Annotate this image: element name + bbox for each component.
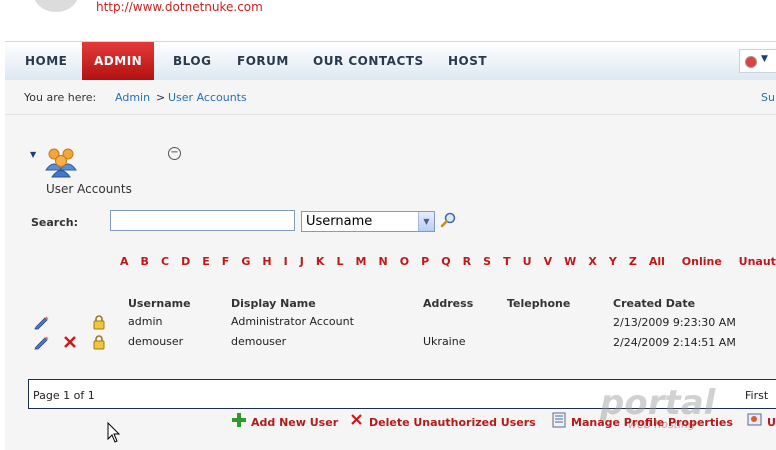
pager-first-link[interactable]: First	[745, 389, 768, 402]
filter-online[interactable]: Online	[682, 255, 722, 268]
chevron-down-icon: ▼	[418, 212, 434, 231]
breadcrumb-separator: >	[156, 91, 166, 104]
breadcrumb-label: You are here:	[24, 91, 97, 104]
main-nav: HOME ADMIN BLOG FORUM OUR CONTACTS HOST	[5, 41, 776, 81]
breadcrumb-right-link[interactable]: Su	[761, 91, 775, 104]
nav-forum[interactable]: FORUM	[237, 42, 289, 80]
cell-display-name: Administrator Account	[231, 315, 354, 328]
filter-letter-y[interactable]: Y	[609, 255, 617, 268]
cell-username: admin	[128, 315, 163, 328]
search-field-value: Username	[306, 214, 373, 229]
module-title: User Accounts	[46, 182, 132, 196]
delete-icon[interactable]	[349, 412, 365, 428]
nav-host[interactable]: HOST	[448, 42, 487, 80]
minimize-icon[interactable]: −	[168, 147, 181, 160]
filter-letter-g[interactable]: G	[241, 255, 250, 268]
header-username[interactable]: Username	[128, 297, 191, 310]
lock-icon[interactable]	[91, 334, 107, 350]
edit-icon[interactable]	[33, 314, 49, 330]
filter-letter-c[interactable]: C	[161, 255, 169, 268]
filter-letter-e[interactable]: E	[202, 255, 210, 268]
add-icon[interactable]	[231, 412, 247, 428]
filter-letter-z[interactable]: Z	[629, 255, 637, 268]
filter-letter-l[interactable]: L	[336, 255, 343, 268]
filter-letter-t[interactable]: T	[503, 255, 511, 268]
chevron-down-icon: ▼	[761, 54, 768, 64]
cell-created-date: 2/13/2009 9:23:30 AM	[613, 316, 736, 329]
add-new-user-button[interactable]: Add New User	[251, 416, 338, 429]
filter-letter-k[interactable]: K	[316, 255, 325, 268]
edit-icon[interactable]	[33, 334, 49, 350]
language-selector[interactable]: ▼	[739, 49, 776, 73]
header-address[interactable]: Address	[423, 297, 473, 310]
search-field-select[interactable]: Username ▼	[301, 211, 435, 232]
lock-icon[interactable]	[91, 314, 107, 330]
breadcrumb: You are here: Admin > User Accounts Su	[5, 80, 776, 115]
users-icon	[45, 148, 77, 178]
delete-icon[interactable]	[62, 334, 78, 350]
filter-letter-h[interactable]: H	[262, 255, 271, 268]
user-settings-button[interactable]: U	[767, 416, 776, 429]
header-created-date[interactable]: Created Date	[613, 297, 695, 310]
filter-letter-a[interactable]: A	[120, 255, 129, 268]
search-icon[interactable]	[440, 212, 456, 228]
nav-our-contacts[interactable]: OUR CONTACTS	[313, 42, 424, 80]
filter-letter-o[interactable]: O	[400, 255, 409, 268]
search-input[interactable]	[110, 210, 295, 231]
delete-unauthorized-users-button[interactable]: Delete Unauthorized Users	[369, 416, 536, 429]
page-info: Page 1 of 1	[33, 389, 95, 402]
user-settings-icon[interactable]	[747, 412, 763, 428]
filter-letter-i[interactable]: I	[284, 255, 288, 268]
site-logo[interactable]	[34, 0, 78, 12]
filter-letter-m[interactable]: M	[356, 255, 367, 268]
filter-letter-x[interactable]: X	[588, 255, 596, 268]
header-display-name[interactable]: Display Name	[231, 297, 316, 310]
filter-letter-d[interactable]: D	[181, 255, 190, 268]
filter-letter-j[interactable]: J	[300, 255, 304, 268]
cell-created-date: 2/24/2009 2:14:51 AM	[613, 336, 736, 349]
breadcrumb-user-accounts[interactable]: User Accounts	[168, 91, 247, 104]
filter-letter-w[interactable]: W	[564, 255, 576, 268]
filter-letter-p[interactable]: P	[421, 255, 429, 268]
filter-letter-r[interactable]: R	[463, 255, 471, 268]
filter-unauthorized[interactable]: Unauth	[739, 255, 776, 268]
module-collapse-icon[interactable]: ▼	[30, 150, 36, 159]
filter-letter-q[interactable]: Q	[441, 255, 450, 268]
cell-display-name: demouser	[231, 335, 287, 348]
filter-letter-b[interactable]: B	[141, 255, 149, 268]
profile-properties-icon[interactable]	[551, 412, 567, 428]
nav-home[interactable]: HOME	[25, 42, 67, 80]
letter-filter: A B C D E F G H I J K L M N O P Q R S T …	[120, 255, 776, 269]
manage-profile-properties-button[interactable]: Manage Profile Properties	[571, 416, 733, 429]
filter-letter-u[interactable]: U	[523, 255, 532, 268]
nav-blog[interactable]: BLOG	[173, 42, 211, 80]
filter-letter-n[interactable]: N	[379, 255, 388, 268]
site-header: http://www.dotnetnuke.com	[0, 0, 776, 40]
mouse-cursor-icon	[107, 422, 121, 443]
header-telephone[interactable]: Telephone	[507, 297, 570, 310]
filter-letter-f[interactable]: F	[222, 255, 230, 268]
cell-address: Ukraine	[423, 335, 466, 348]
filter-letter-v[interactable]: V	[544, 255, 553, 268]
filter-all[interactable]: All	[649, 255, 665, 268]
breadcrumb-admin[interactable]: Admin	[115, 91, 150, 104]
search-label: Search:	[31, 216, 78, 229]
flag-icon	[745, 56, 757, 68]
filter-letter-s[interactable]: S	[483, 255, 491, 268]
site-url[interactable]: http://www.dotnetnuke.com	[96, 0, 263, 14]
cell-username: demouser	[128, 335, 184, 348]
nav-admin[interactable]: ADMIN	[82, 42, 154, 80]
